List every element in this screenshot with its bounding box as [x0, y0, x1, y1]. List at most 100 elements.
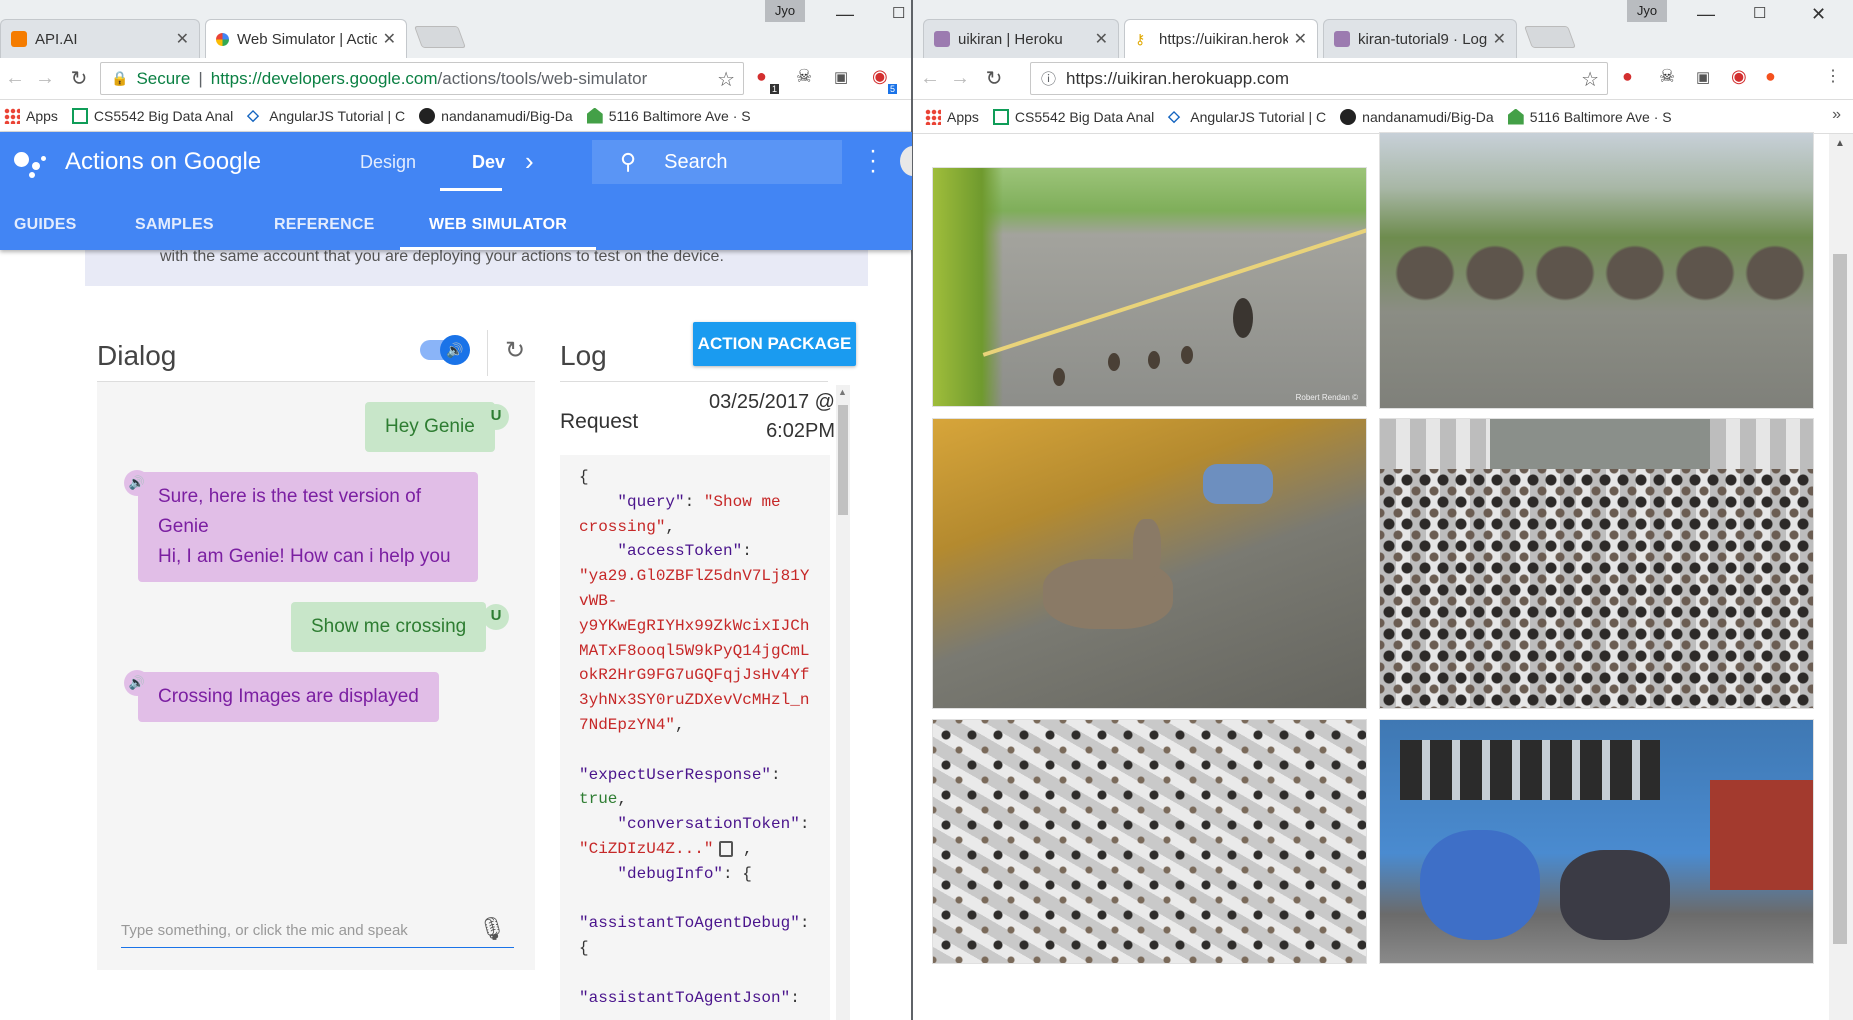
close-window-icon[interactable]: ✕ [1811, 4, 1826, 25]
chevron-right-icon[interactable]: › [525, 146, 534, 177]
account-avatar[interactable] [898, 144, 912, 178]
page-scrollbar[interactable]: ▲ [1829, 134, 1853, 1020]
tab-web-simulator[interactable]: Web Simulator | Actions ✕ [205, 19, 407, 58]
new-tab-button[interactable] [413, 26, 467, 48]
apps-grid-icon [4, 107, 20, 124]
bookmark-github[interactable]: nandanamudi/Big-Da [1340, 108, 1494, 125]
log-scrollbar[interactable]: ▲ [836, 385, 850, 1020]
dialog-input[interactable]: Type something, or click the mic and spe… [121, 910, 514, 948]
scroll-up-icon[interactable]: ▲ [838, 387, 847, 397]
browser-toolbar: ← → ↻ ⓘ https://uikiran.herokuapp.com ☆ … [913, 58, 1853, 100]
copy-icon[interactable] [719, 840, 734, 857]
bookmark-cs5542[interactable]: CS5542 Big Data Anal [992, 108, 1154, 125]
bookmark-angularjs[interactable]: ◇ AngularJS Tutorial | C [1168, 108, 1326, 125]
extension-pirate-icon[interactable]: ☠ [1659, 66, 1675, 87]
request-label: Request [560, 410, 639, 433]
action-package-button[interactable]: ACTION PACKAGE [693, 322, 856, 366]
bookmark-cs5542[interactable]: CS5542 Big Data Anal [71, 107, 233, 124]
code-line: true, [579, 790, 628, 809]
bookmarks-overflow-icon[interactable]: » [1832, 106, 1841, 124]
profile-chip[interactable]: Jyo [1627, 0, 1667, 22]
code-line: "ya29.Gl0ZBFlZ5dnV7Lj81Y [579, 567, 810, 586]
more-menu-icon[interactable]: ⋮ [1825, 66, 1841, 86]
extension-orange-icon[interactable]: ● [1765, 66, 1776, 87]
reload-icon[interactable]: ↻ [64, 66, 94, 91]
tab-uikiran-app[interactable]: ⚷ https://uikiran.herokua ✕ [1124, 19, 1318, 58]
extension-q-icon[interactable]: ◉ [872, 66, 888, 87]
extension-jb-icon[interactable]: ▣ [1696, 68, 1710, 86]
close-tab-icon[interactable]: ✕ [383, 29, 396, 49]
bookmarks-bar: Apps CS5542 Big Data Anal ◇ AngularJS Tut… [0, 100, 912, 132]
subnav-reference[interactable]: REFERENCE [274, 216, 374, 234]
sheets-icon [992, 108, 1009, 125]
nav-dev[interactable]: Dev [472, 152, 505, 173]
tab-apiai[interactable]: API.AI ✕ [0, 19, 200, 58]
agent-speaker-icon[interactable]: 🔊 [124, 670, 150, 696]
extension-opera-icon[interactable]: ● [1622, 66, 1633, 87]
scroll-thumb[interactable] [838, 405, 848, 515]
site-brand[interactable]: Actions on Google [65, 148, 261, 176]
bookmark-baltimore[interactable]: 5116 Baltimore Ave · S [1507, 108, 1672, 125]
subnav-web-simulator[interactable]: WEB SIMULATOR [429, 216, 567, 234]
close-tab-icon[interactable]: ✕ [176, 29, 189, 49]
assistant-logo-icon [14, 150, 48, 180]
close-tab-icon[interactable]: ✕ [1493, 29, 1506, 49]
bookmark-github[interactable]: nandanamudi/Big-Da [419, 107, 573, 124]
code-line: MATxF8ooql5W9kPyQ14jgCmL [579, 641, 810, 660]
subnav-samples[interactable]: SAMPLES [135, 216, 214, 234]
code-line: "query": "Show me [579, 492, 781, 511]
agent-message: Sure, here is the test version of Genie … [138, 472, 478, 582]
code-line: "assistantToAgentDebug": [579, 914, 810, 933]
scroll-up-icon[interactable]: ▲ [1835, 138, 1845, 149]
address-bar[interactable]: ⓘ https://uikiran.herokuapp.com ☆ [1030, 62, 1608, 95]
extension-jb-icon[interactable]: ▣ [834, 68, 848, 86]
bookmark-apps[interactable]: Apps [4, 107, 58, 124]
right-browser-window: uikiran | Heroku ✕ ⚷ https://uikiran.her… [913, 0, 1853, 1020]
tab-heroku-logs[interactable]: kiran-tutorial9 · Logs | H ✕ [1323, 19, 1517, 58]
nav-active-underline [440, 188, 502, 191]
code-line: 7NdEpzYN4", [579, 715, 685, 734]
heroku-favicon [934, 31, 950, 47]
user-message: Hey Genie [365, 402, 495, 452]
user-badge: U [483, 604, 509, 630]
heroku-favicon [1334, 31, 1350, 47]
more-menu-icon[interactable]: · · · [868, 139, 878, 183]
forward-icon[interactable]: → [945, 67, 975, 90]
bookmark-angularjs[interactable]: ◇ AngularJS Tutorial | C [247, 107, 405, 124]
dialog-panel: Hey Genie U Sure, here is the test versi… [97, 382, 535, 970]
minimize-icon[interactable]: — [1697, 4, 1715, 25]
site-search[interactable]: ⚲ Search [592, 140, 842, 184]
subnav-guides[interactable]: GUIDES [14, 216, 77, 234]
forward-icon[interactable]: → [30, 67, 60, 90]
audio-toggle[interactable]: 🔊 [420, 335, 470, 365]
extension-opera-icon[interactable]: ● [756, 66, 767, 87]
actions-on-google-header: Actions on Google Design Dev › ⚲ Search … [0, 132, 912, 250]
scroll-thumb[interactable] [1833, 254, 1847, 944]
google-favicon [216, 32, 229, 46]
extension-pirate-icon[interactable]: ☠ [796, 66, 812, 87]
maximize-icon[interactable]: ☐ [892, 4, 905, 22]
reload-icon[interactable]: ↻ [979, 66, 1009, 91]
user-message: Show me crossing [291, 602, 487, 652]
bookmark-star-icon[interactable]: ☆ [1581, 67, 1599, 92]
tab-heroku[interactable]: uikiran | Heroku ✕ [923, 19, 1119, 58]
close-tab-icon[interactable]: ✕ [1294, 29, 1307, 49]
nav-design[interactable]: Design [360, 152, 416, 173]
address-bar[interactable]: 🔒 Secure | https://developers.google.com… [100, 62, 744, 95]
refresh-icon[interactable]: ↻ [505, 336, 525, 365]
back-icon[interactable]: ← [0, 67, 30, 90]
bookmarks-bar: Apps CS5542 Big Data Anal ◇ AngularJS Tut… [913, 100, 1853, 134]
new-tab-button[interactable] [1523, 26, 1577, 48]
bookmark-apps[interactable]: Apps [925, 108, 979, 125]
extension-q-icon[interactable]: ◉ [1731, 66, 1747, 87]
close-tab-icon[interactable]: ✕ [1095, 29, 1108, 49]
back-icon[interactable]: ← [915, 67, 945, 90]
bookmark-star-icon[interactable]: ☆ [717, 67, 735, 92]
profile-chip[interactable]: Jyo [765, 0, 805, 22]
code-line: "assistantToAgentJson": [579, 988, 800, 1007]
agent-speaker-icon[interactable]: 🔊 [124, 470, 150, 496]
microphone-icon[interactable]: 🎙 [478, 916, 506, 942]
minimize-icon[interactable]: — [836, 4, 854, 25]
bookmark-baltimore[interactable]: 5116 Baltimore Ave · S [586, 107, 751, 124]
maximize-icon[interactable]: ☐ [1753, 4, 1766, 22]
